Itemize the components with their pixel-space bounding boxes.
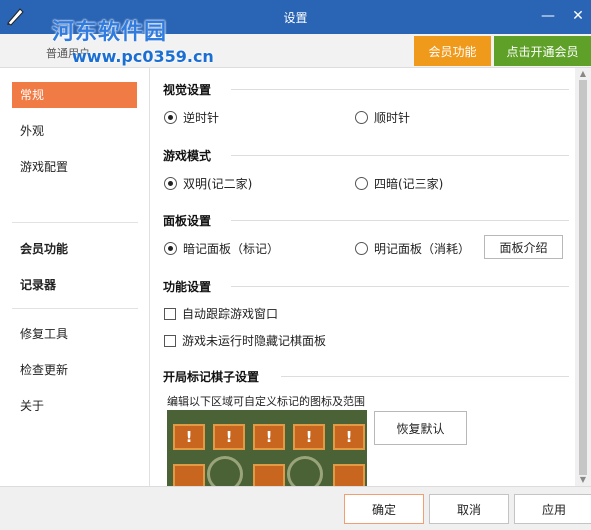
radio-counterclockwise[interactable]: 逆时针 xyxy=(164,109,219,126)
radio-four-dark[interactable]: 四暗(记三家) xyxy=(355,175,443,192)
mark-piece[interactable]: ! xyxy=(293,424,325,450)
sidebar-item-general[interactable]: 常规 xyxy=(12,82,137,108)
sidebar-item-check-updates[interactable]: 检查更新 xyxy=(12,357,137,383)
radio-label: 暗记面板（标记） xyxy=(183,242,280,256)
radio-label: 双明(记二家) xyxy=(183,177,253,191)
board-piece[interactable] xyxy=(333,464,365,486)
scroll-up-icon[interactable]: ▲ xyxy=(575,68,591,80)
panel-intro-button[interactable]: 面板介绍 xyxy=(484,235,563,259)
apply-button[interactable]: 应用 xyxy=(514,494,591,524)
section-title-panel: 面板设置 xyxy=(163,214,212,228)
ok-button[interactable]: 确定 xyxy=(344,494,424,524)
radio-label: 逆时针 xyxy=(183,111,220,125)
section-title-visual: 视觉设置 xyxy=(163,83,212,97)
checkbox-hide-panel[interactable]: 游戏未运行时隐藏记棋面板 xyxy=(164,332,326,349)
section-divider xyxy=(231,155,569,156)
dialog-footer: 确定 取消 应用 xyxy=(0,486,591,530)
section-title-opening-pieces: 开局标记棋子设置 xyxy=(163,370,260,384)
opening-hint: 编辑以下区域可自定义标记的图标及范围 xyxy=(167,395,365,408)
radio-unchecked-icon xyxy=(355,111,368,124)
reset-default-button[interactable]: 恢复默认 xyxy=(374,411,467,445)
radio-checked-icon xyxy=(164,111,177,124)
scroll-down-icon[interactable]: ▼ xyxy=(575,474,591,486)
mark-piece[interactable]: ! xyxy=(333,424,365,450)
radio-bright-panel[interactable]: 明记面板（消耗） xyxy=(355,240,470,257)
sidebar-item-game-config[interactable]: 游戏配置 xyxy=(12,154,137,180)
settings-sidebar: 常规 外观 游戏配置 会员功能 记录器 修复工具 检查更新 关于 xyxy=(0,68,150,486)
sidebar-divider xyxy=(12,222,138,223)
close-button[interactable]: ✕ xyxy=(568,6,588,26)
sidebar-item-about[interactable]: 关于 xyxy=(12,393,137,419)
checkbox-auto-track[interactable]: 自动跟踪游戏窗口 xyxy=(164,305,278,322)
watermark-logo: 河东软件园 xyxy=(52,20,168,45)
scroll-thumb[interactable] xyxy=(579,80,587,475)
checkbox-unchecked-icon xyxy=(164,307,176,320)
board-piece[interactable] xyxy=(173,464,205,486)
radio-checked-icon xyxy=(164,242,177,255)
content-scrollbar[interactable]: ▲ ▼ xyxy=(575,68,591,486)
checkbox-unchecked-icon xyxy=(164,334,176,347)
sidebar-item-recorder[interactable]: 记录器 xyxy=(12,272,137,298)
sidebar-item-repair-tools[interactable]: 修复工具 xyxy=(12,321,137,347)
sidebar-item-member-features[interactable]: 会员功能 xyxy=(12,236,137,262)
board-circle xyxy=(207,456,243,486)
settings-content: 视觉设置 逆时针 顺时针 游戏模式 双明(记二家) 四暗(记三家) 面板设置 暗… xyxy=(151,68,575,486)
section-title-game-mode: 游戏模式 xyxy=(163,149,212,163)
radio-dark-panel[interactable]: 暗记面板（标记） xyxy=(164,240,279,257)
radio-unchecked-icon xyxy=(355,242,368,255)
mark-piece[interactable]: ! xyxy=(173,424,205,450)
section-divider xyxy=(281,376,569,377)
radio-double-bright[interactable]: 双明(记二家) xyxy=(164,175,252,192)
mark-piece[interactable]: ! xyxy=(213,424,245,450)
radio-label: 四暗(记三家) xyxy=(374,177,444,191)
checkbox-label: 自动跟踪游戏窗口 xyxy=(182,307,279,321)
sidebar-item-appearance[interactable]: 外观 xyxy=(12,118,137,144)
radio-clockwise[interactable]: 顺时针 xyxy=(355,109,410,126)
radio-checked-icon xyxy=(164,177,177,190)
open-membership-button[interactable]: 点击开通会员 xyxy=(494,36,591,66)
board-circle xyxy=(287,456,323,486)
section-divider xyxy=(231,89,569,90)
section-divider xyxy=(231,220,569,221)
watermark-url: www.pc0359.cn xyxy=(72,47,214,66)
member-features-button[interactable]: 会员功能 xyxy=(414,36,491,66)
radio-label: 明记面板（消耗） xyxy=(374,242,471,256)
radio-label: 顺时针 xyxy=(374,111,411,125)
cancel-button[interactable]: 取消 xyxy=(429,494,509,524)
section-divider xyxy=(231,286,569,287)
sidebar-divider xyxy=(12,308,138,309)
piece-mark-editor[interactable]: ! ! ! ! ! xyxy=(167,410,367,486)
mark-piece[interactable]: ! xyxy=(253,424,285,450)
section-title-features: 功能设置 xyxy=(163,280,212,294)
radio-unchecked-icon xyxy=(355,177,368,190)
checkbox-label: 游戏未运行时隐藏记棋面板 xyxy=(182,334,327,348)
board-piece[interactable] xyxy=(253,464,285,486)
minimize-button[interactable]: — xyxy=(538,6,558,26)
